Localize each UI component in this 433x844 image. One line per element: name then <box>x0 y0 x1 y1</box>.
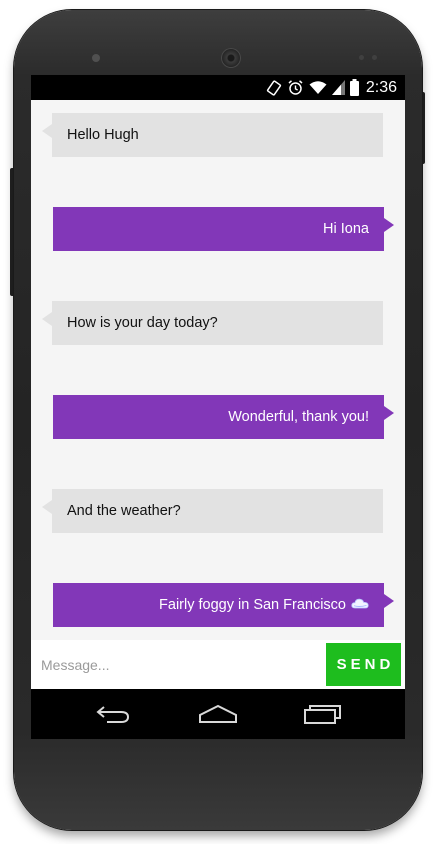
outgoing-message: Hi Iona <box>53 207 394 251</box>
cloud-icon <box>351 597 369 613</box>
back-icon[interactable] <box>95 703 131 730</box>
signal-icon <box>331 80 345 95</box>
message-text: Hello Hugh <box>67 127 139 143</box>
status-time: 2:36 <box>365 78 397 96</box>
phone-screen: 2:36 Hello Hugh Hi Iona How is your day … <box>31 75 405 739</box>
proximity-sensor <box>359 55 364 60</box>
incoming-message: And the weather? <box>42 489 383 533</box>
navigation-bar <box>31 689 405 739</box>
recent-apps-icon[interactable] <box>304 703 342 730</box>
outgoing-message: Fairly foggy in San Francisco <box>53 583 394 627</box>
battery-icon <box>349 79 359 96</box>
send-button[interactable]: SEND <box>326 643 401 686</box>
front-camera <box>221 48 241 68</box>
status-bar: 2:36 <box>31 75 405 100</box>
message-input[interactable] <box>31 640 321 689</box>
outgoing-message: Wonderful, thank you! <box>53 395 394 439</box>
light-sensor <box>372 55 377 60</box>
composer-bar: SEND <box>31 640 405 689</box>
message-text: Hi Iona <box>323 221 369 237</box>
alarm-icon <box>287 79 304 96</box>
message-text: Fairly foggy in San Francisco <box>159 597 346 613</box>
message-text: Wonderful, thank you! <box>228 409 369 425</box>
message-text: And the weather? <box>67 503 181 519</box>
incoming-message: How is your day today? <box>42 301 383 345</box>
wifi-icon <box>309 80 327 95</box>
speaker-dot <box>92 54 100 62</box>
message-text: How is your day today? <box>67 315 218 331</box>
home-icon[interactable] <box>198 703 238 730</box>
message-list[interactable]: Hello Hugh Hi Iona How is your day today… <box>31 100 405 640</box>
incoming-message: Hello Hugh <box>42 113 383 157</box>
rotation-lock-icon <box>266 79 282 96</box>
